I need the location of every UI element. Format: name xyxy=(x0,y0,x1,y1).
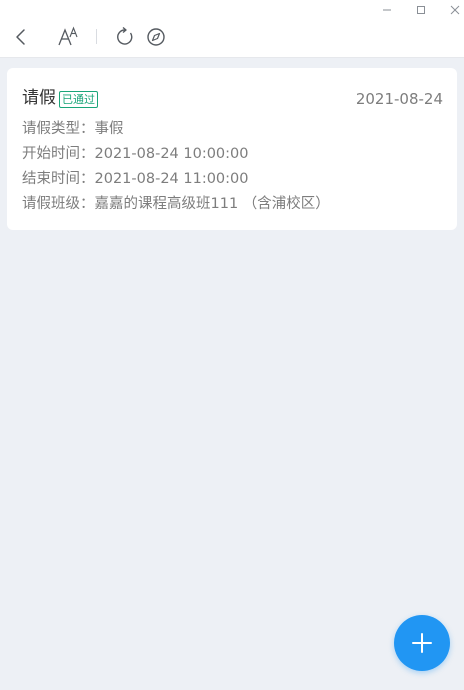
plus-icon xyxy=(412,633,432,653)
maximize-button[interactable] xyxy=(413,2,429,18)
back-button[interactable] xyxy=(10,26,32,48)
add-button[interactable] xyxy=(394,615,450,671)
close-icon xyxy=(450,5,460,15)
record-date: 2021-08-24 xyxy=(355,90,443,108)
leave-type-row: 请假类型：事假 xyxy=(22,121,124,137)
end-time-row: 结束时间：2021-08-24 11:00:00 xyxy=(22,171,249,187)
close-button[interactable] xyxy=(447,2,463,18)
class-row: 请假班级：嘉嘉的课程高级班111 （含浦校区） xyxy=(22,196,330,212)
start-time-row: 开始时间：2021-08-24 10:00:00 xyxy=(22,146,249,162)
status-badge: 已通过 xyxy=(59,91,98,108)
minimize-button[interactable] xyxy=(379,2,395,18)
minimize-icon xyxy=(383,9,391,11)
maximize-icon xyxy=(417,6,425,14)
compass-icon xyxy=(147,28,165,46)
title-bar xyxy=(0,0,464,58)
refresh-button[interactable] xyxy=(114,26,136,48)
record-title: 请假 xyxy=(22,88,56,108)
font-size-icon xyxy=(58,26,78,46)
chevron-left-icon xyxy=(16,29,25,45)
leave-record-card[interactable]: 请假 已通过 2021-08-24 请假类型：事假 开始时间：2021-08-2… xyxy=(7,68,457,230)
font-size-button[interactable] xyxy=(56,26,80,48)
toolbar-divider xyxy=(96,29,97,44)
refresh-icon xyxy=(117,26,133,45)
compass-button[interactable] xyxy=(145,26,167,48)
